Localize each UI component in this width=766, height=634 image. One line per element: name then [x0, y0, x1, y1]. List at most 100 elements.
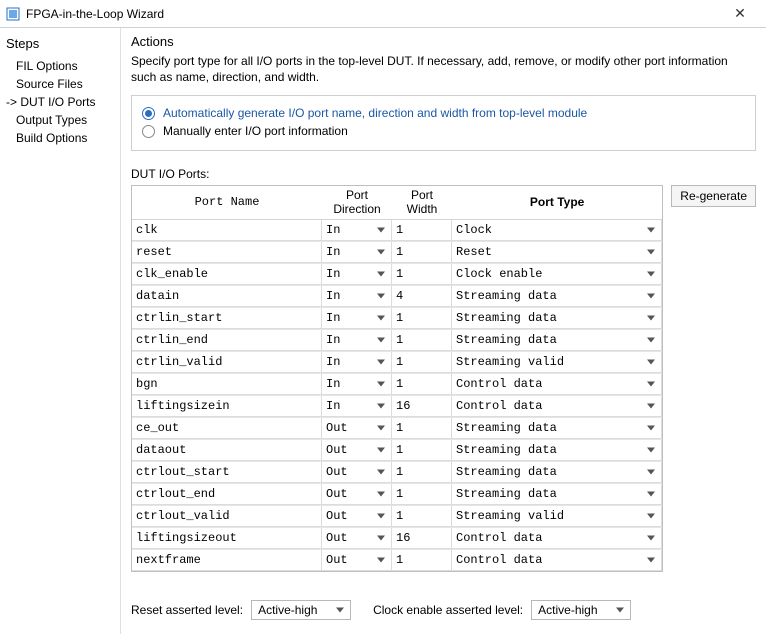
steps-panel: Steps FIL OptionsSource FilesDUT I/O Por…	[0, 28, 120, 634]
port-name-cell[interactable]: bgn	[132, 374, 322, 395]
mode-manual-label: Manually enter I/O port information	[163, 124, 348, 138]
port-width-cell[interactable]: 1	[392, 220, 452, 241]
actions-description: Specify port type for all I/O ports in t…	[131, 53, 756, 85]
port-type-select[interactable]: Control data	[452, 396, 662, 417]
port-direction-select[interactable]: Out	[322, 462, 392, 483]
port-name-cell[interactable]: clk	[132, 220, 322, 241]
mode-manual-option[interactable]: Manually enter I/O port information	[142, 122, 745, 140]
col-port-type: Port Type	[452, 186, 662, 219]
port-type-select[interactable]: Streaming data	[452, 440, 662, 461]
col-port-width: PortWidth	[392, 186, 452, 219]
step-item[interactable]: FIL Options	[6, 57, 116, 75]
radio-icon	[142, 125, 155, 138]
step-item[interactable]: Source Files	[6, 75, 116, 93]
port-width-cell[interactable]: 1	[392, 308, 452, 329]
port-type-select[interactable]: Streaming data	[452, 418, 662, 439]
clock-enable-level-select[interactable]: Active-high	[531, 600, 631, 620]
clock-enable-level-label: Clock enable asserted level:	[373, 603, 523, 617]
port-direction-select[interactable]: Out	[322, 506, 392, 527]
port-name-cell[interactable]: dataout	[132, 440, 322, 461]
table-row: dataoutOut1Streaming data	[132, 439, 662, 461]
port-type-select[interactable]: Clock	[452, 220, 662, 241]
mode-auto-option[interactable]: Automatically generate I/O port name, di…	[142, 104, 745, 122]
table-row: liftingsizeoutOut16Control data	[132, 527, 662, 549]
port-name-cell[interactable]: ctrlin_valid	[132, 352, 322, 373]
port-name-cell[interactable]: liftingsizein	[132, 396, 322, 417]
mode-auto-label: Automatically generate I/O port name, di…	[163, 106, 587, 120]
actions-header: Actions	[131, 34, 756, 49]
port-name-cell[interactable]: ctrlin_start	[132, 308, 322, 329]
port-direction-select[interactable]: In	[322, 352, 392, 373]
port-direction-select[interactable]: Out	[322, 440, 392, 461]
port-direction-select[interactable]: In	[322, 330, 392, 351]
port-width-cell[interactable]: 1	[392, 506, 452, 527]
port-name-cell[interactable]: ce_out	[132, 418, 322, 439]
port-type-select[interactable]: Clock enable	[452, 264, 662, 285]
port-width-cell[interactable]: 1	[392, 352, 452, 373]
port-type-select[interactable]: Streaming data	[452, 462, 662, 483]
table-row: nextframeOut1Control data	[132, 549, 662, 571]
port-type-select[interactable]: Streaming data	[452, 330, 662, 351]
table-row: clkIn1Clock	[132, 219, 662, 241]
close-icon[interactable]: ✕	[720, 5, 760, 22]
table-row: ctrlout_endOut1Streaming data	[132, 483, 662, 505]
port-name-cell[interactable]: datain	[132, 286, 322, 307]
port-direction-select[interactable]: In	[322, 220, 392, 241]
port-type-select[interactable]: Control data	[452, 374, 662, 395]
port-width-cell[interactable]: 1	[392, 374, 452, 395]
port-width-cell[interactable]: 1	[392, 440, 452, 461]
port-width-cell[interactable]: 16	[392, 528, 452, 549]
port-width-cell[interactable]: 4	[392, 286, 452, 307]
port-name-cell[interactable]: reset	[132, 242, 322, 263]
table-row: ctrlin_endIn1Streaming data	[132, 329, 662, 351]
port-mode-group: Automatically generate I/O port name, di…	[131, 95, 756, 151]
port-width-cell[interactable]: 1	[392, 242, 452, 263]
port-width-cell[interactable]: 1	[392, 418, 452, 439]
reset-level-label: Reset asserted level:	[131, 603, 243, 617]
step-item[interactable]: Output Types	[6, 111, 116, 129]
window-title: FPGA-in-the-Loop Wizard	[26, 7, 720, 21]
port-width-cell[interactable]: 1	[392, 264, 452, 285]
port-width-cell[interactable]: 1	[392, 462, 452, 483]
port-name-cell[interactable]: liftingsizeout	[132, 528, 322, 549]
port-width-cell[interactable]: 16	[392, 396, 452, 417]
port-type-select[interactable]: Reset	[452, 242, 662, 263]
ports-label: DUT I/O Ports:	[131, 167, 756, 181]
step-item[interactable]: Build Options	[6, 129, 116, 147]
port-type-select[interactable]: Streaming data	[452, 484, 662, 505]
col-port-name: Port Name	[132, 186, 322, 219]
port-width-cell[interactable]: 1	[392, 550, 452, 571]
reset-level-select[interactable]: Active-high	[251, 600, 351, 620]
regenerate-button[interactable]: Re-generate	[671, 185, 756, 207]
port-name-cell[interactable]: ctrlout_valid	[132, 506, 322, 527]
table-row: ce_outOut1Streaming data	[132, 417, 662, 439]
port-type-select[interactable]: Streaming data	[452, 286, 662, 307]
port-direction-select[interactable]: Out	[322, 550, 392, 571]
port-direction-select[interactable]: Out	[322, 528, 392, 549]
port-name-cell[interactable]: nextframe	[132, 550, 322, 571]
port-type-select[interactable]: Streaming data	[452, 308, 662, 329]
port-direction-select[interactable]: In	[322, 286, 392, 307]
port-direction-select[interactable]: In	[322, 242, 392, 263]
port-name-cell[interactable]: ctrlin_end	[132, 330, 322, 351]
port-type-select[interactable]: Control data	[452, 550, 662, 571]
port-direction-select[interactable]: Out	[322, 418, 392, 439]
port-width-cell[interactable]: 1	[392, 484, 452, 505]
col-port-direction: PortDirection	[322, 186, 392, 219]
port-name-cell[interactable]: ctrlout_end	[132, 484, 322, 505]
steps-header: Steps	[4, 34, 116, 55]
step-item[interactable]: DUT I/O Ports	[6, 93, 116, 111]
port-direction-select[interactable]: In	[322, 374, 392, 395]
port-type-select[interactable]: Control data	[452, 528, 662, 549]
port-type-select[interactable]: Streaming valid	[452, 506, 662, 527]
port-width-cell[interactable]: 1	[392, 330, 452, 351]
port-direction-select[interactable]: In	[322, 396, 392, 417]
port-direction-select[interactable]: In	[322, 308, 392, 329]
port-direction-select[interactable]: Out	[322, 484, 392, 505]
port-direction-select[interactable]: In	[322, 264, 392, 285]
port-name-cell[interactable]: ctrlout_start	[132, 462, 322, 483]
port-name-cell[interactable]: clk_enable	[132, 264, 322, 285]
port-type-select[interactable]: Streaming valid	[452, 352, 662, 373]
table-row: datainIn4Streaming data	[132, 285, 662, 307]
table-row: ctrlout_startOut1Streaming data	[132, 461, 662, 483]
